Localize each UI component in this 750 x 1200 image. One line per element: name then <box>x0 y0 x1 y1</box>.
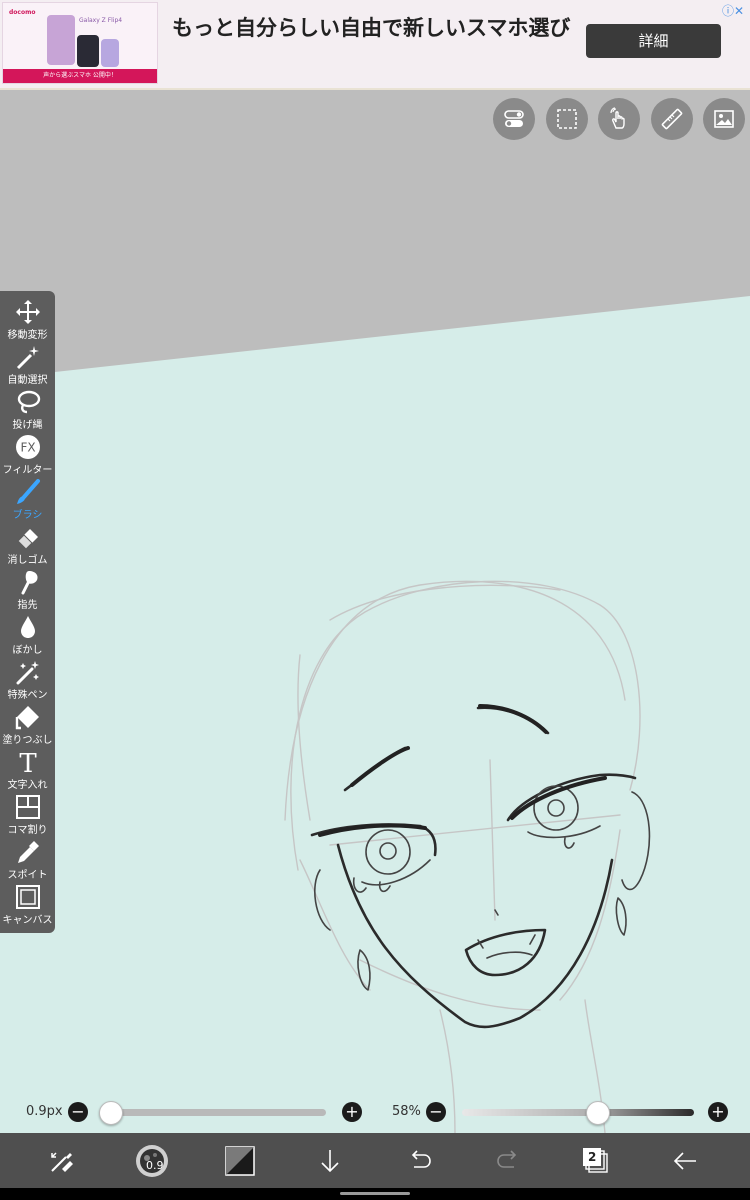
tool-move[interactable]: 移動変形 <box>0 297 55 342</box>
tool-fill[interactable]: 塗りつぶし <box>0 702 55 747</box>
hand-gesture-button[interactable] <box>598 98 640 140</box>
drawing-canvas[interactable] <box>0 90 750 1133</box>
tool-label: キャンバス <box>2 915 53 926</box>
lasso-icon <box>17 390 40 414</box>
tool-canvas[interactable]: キャンバス <box>0 882 55 927</box>
text-icon: T <box>19 749 37 775</box>
tool-label: コマ割り <box>7 825 48 836</box>
svg-text:T: T <box>19 749 37 775</box>
ruler-button[interactable] <box>651 98 693 140</box>
ad-brand: docomo <box>9 9 36 16</box>
brush-size-value: 0.9px <box>26 1104 63 1119</box>
toggle-icon <box>504 110 524 127</box>
home-indicator[interactable] <box>340 1192 410 1195</box>
ad-info-icon[interactable]: ⓘ✕ <box>722 2 744 19</box>
reference-image-button[interactable] <box>703 98 745 140</box>
tool-text[interactable]: T 文字入れ <box>0 747 55 792</box>
brush-size-badge: 0.9 <box>146 1159 164 1172</box>
ad-model: Galaxy Z Flip4 <box>79 17 123 24</box>
svg-text:FX: FX <box>20 441 35 455</box>
tool-label: ぼかし <box>12 645 43 656</box>
ad-phone-image <box>101 39 119 67</box>
ad-phone-image <box>77 35 99 67</box>
ruler-icon <box>661 108 683 130</box>
image-icon <box>714 110 734 128</box>
tool-filter[interactable]: FX フィルター <box>0 432 55 477</box>
hand-gesture-icon <box>610 107 625 129</box>
opacity-slider-knob[interactable] <box>585 1101 610 1125</box>
brush-size-slider-knob[interactable] <box>99 1101 123 1125</box>
opacity-slider[interactable] <box>462 1109 694 1116</box>
opacity-increase-button[interactable]: + <box>708 1102 728 1122</box>
brush-icon <box>16 479 40 504</box>
brush-size-increase-button[interactable]: + <box>342 1102 362 1122</box>
panel-icon <box>15 795 40 819</box>
fx-icon: FX <box>15 435 40 459</box>
tool-magic-wand[interactable]: 自動選択 <box>0 342 55 387</box>
arrow-left-icon <box>673 1152 696 1170</box>
eraser-icon <box>16 529 38 550</box>
tool-label: 指先 <box>17 600 38 611</box>
tool-label: 塗りつぶし <box>2 735 53 746</box>
layer-count: 2 <box>588 1150 597 1164</box>
move-icon <box>15 300 40 324</box>
tool-label: 消しゴム <box>7 555 48 566</box>
toggle-button[interactable] <box>493 98 535 140</box>
tool-finger[interactable]: 指先 <box>0 567 55 612</box>
special-pen-icon <box>16 661 39 685</box>
brush-size-decrease-button[interactable]: − <box>68 1102 88 1122</box>
tool-label: フィルター <box>2 465 53 476</box>
brush-size-slider[interactable] <box>100 1109 326 1116</box>
opacity-value: 58% <box>392 1104 421 1119</box>
tool-label: 投げ縄 <box>12 420 43 431</box>
fill-icon <box>15 706 39 730</box>
ad-thumbnail[interactable]: docomo Galaxy Z Flip4 声から選ぶスマホ 公開中！ <box>2 2 158 84</box>
tool-label: ブラシ <box>12 510 43 521</box>
tool-blur[interactable]: ぼかし <box>0 612 55 657</box>
layers-button[interactable]: 2 <box>576 1141 616 1181</box>
undo-button[interactable] <box>400 1141 440 1181</box>
tool-eyedropper[interactable]: スポイト <box>0 837 55 882</box>
color-swatch-icon <box>225 1146 255 1176</box>
ad-headline[interactable]: もっと自分らしい自由で新しいスマホ選び <box>172 14 572 42</box>
opacity-decrease-button[interactable]: − <box>426 1102 446 1122</box>
tool-label: 特殊ペン <box>7 690 48 701</box>
pen-eraser-switch-icon <box>51 1152 73 1172</box>
tool-label: 自動選択 <box>7 375 48 386</box>
eyedropper-icon <box>17 841 39 863</box>
bottom-toolbar <box>0 1133 750 1188</box>
tool-label: スポイト <box>7 870 48 881</box>
selection-icon <box>557 109 577 129</box>
tool-label: 文字入れ <box>7 780 48 791</box>
tool-palette: 移動変形 自動選択 投げ縄 FX フィルター ブラシ 消しゴム 指先 ぼかし 特… <box>0 291 55 933</box>
brush-size-button[interactable]: 0.9 <box>132 1141 172 1181</box>
tool-eraser[interactable]: 消しゴム <box>0 522 55 567</box>
redo-icon <box>497 1150 517 1168</box>
arrow-down-icon <box>321 1150 339 1173</box>
tool-lasso[interactable]: 投げ縄 <box>0 387 55 432</box>
ad-thumb-footer: 声から選ぶスマホ 公開中！ <box>3 69 157 83</box>
redo-button[interactable] <box>488 1141 528 1181</box>
tool-brush[interactable]: ブラシ <box>0 477 55 522</box>
ad-banner[interactable]: docomo Galaxy Z Flip4 声から選ぶスマホ 公開中！ もっと自… <box>0 0 750 90</box>
canvas-icon <box>15 885 40 909</box>
undo-icon <box>411 1150 431 1168</box>
quick-menu-button[interactable] <box>42 1141 82 1181</box>
finger-icon <box>21 571 38 595</box>
tool-special-pen[interactable]: 特殊ペン <box>0 657 55 702</box>
tool-label: 移動変形 <box>7 330 48 341</box>
ad-phone-image <box>47 15 75 65</box>
save-button[interactable] <box>310 1141 350 1181</box>
color-button[interactable] <box>220 1141 260 1181</box>
magic-wand-icon <box>16 346 39 370</box>
back-button[interactable] <box>665 1141 705 1181</box>
blur-drop-icon <box>20 616 35 638</box>
selection-button[interactable] <box>546 98 588 140</box>
tool-panel[interactable]: コマ割り <box>0 792 55 837</box>
ad-detail-button[interactable]: 詳細 <box>586 24 721 58</box>
